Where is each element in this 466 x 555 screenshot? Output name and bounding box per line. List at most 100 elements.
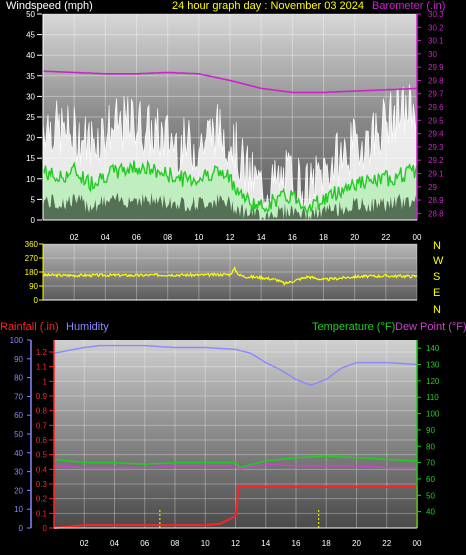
barometer-tick-label: 29.6 bbox=[428, 103, 444, 112]
temperature-tick-label: 70 bbox=[426, 459, 435, 468]
time-tick-label: 20 bbox=[350, 233, 359, 242]
rain-tick-label: 0.4 bbox=[36, 465, 48, 474]
barometer-tick-label: 29.5 bbox=[428, 116, 444, 125]
rain-tick-label: 1.2 bbox=[36, 348, 48, 357]
time-tick-label: 00 bbox=[413, 539, 422, 548]
humidity-tick-label: 100 bbox=[10, 336, 24, 345]
humidity-tick-label: 20 bbox=[14, 486, 23, 495]
rain-tick-label: 0.3 bbox=[36, 480, 48, 489]
wind-tick-label: 15 bbox=[26, 154, 35, 163]
temperature-tick-label: 50 bbox=[426, 491, 435, 500]
rain-tick-label: 0.8 bbox=[36, 407, 48, 416]
wind-tick-label: 30 bbox=[26, 92, 35, 101]
barometer-tick-label: 30.1 bbox=[428, 37, 444, 46]
rain-tick-label: 1.1 bbox=[36, 363, 48, 372]
direction-tick-label: 180 bbox=[25, 268, 39, 277]
time-tick-label: 04 bbox=[101, 233, 110, 242]
barometer-tick-label: 29.2 bbox=[428, 156, 444, 165]
barometer-tick-label: 30.2 bbox=[428, 23, 444, 32]
rain-tick-label: 0.7 bbox=[36, 421, 48, 430]
time-tick-label: 20 bbox=[352, 539, 361, 548]
rain-tick-label: 0.1 bbox=[36, 509, 48, 518]
rain-tick-label: 0.2 bbox=[36, 495, 48, 504]
barometer-title: Barometer (.in) bbox=[372, 0, 445, 12]
humidity-tick-label: 50 bbox=[14, 430, 23, 439]
compass-label-n-bottom: N bbox=[433, 304, 441, 316]
temperature-tick-label: 60 bbox=[426, 475, 435, 484]
temperature-tick-label: 130 bbox=[426, 361, 440, 370]
wind-tick-label: 35 bbox=[26, 72, 35, 81]
humidity-tick-label: 90 bbox=[14, 355, 23, 364]
time-tick-label: 00 bbox=[413, 233, 422, 242]
temperature-tick-label: 80 bbox=[426, 442, 435, 451]
dewpoint-title: Dew Point (°F) bbox=[395, 321, 466, 333]
humidity-tick-label: 40 bbox=[14, 449, 23, 458]
windspeed-title: Windspeed (mph) bbox=[6, 0, 93, 12]
barometer-tick-label: 28.8 bbox=[428, 209, 444, 218]
temperature-tick-label: 120 bbox=[426, 377, 440, 386]
wind-tick-label: 40 bbox=[26, 51, 35, 60]
time-tick-label: 08 bbox=[171, 539, 180, 548]
time-tick-label: 12 bbox=[226, 233, 235, 242]
wind-tick-label: 0 bbox=[31, 216, 36, 225]
weather-graph-panel: 0 5 10 15 20 25 30 35 40 45 50 28.8 28.9 29 29.1 29.2 29… bbox=[0, 0, 466, 555]
time-tick-label: 14 bbox=[257, 233, 266, 242]
humidity-tick-label: 60 bbox=[14, 411, 23, 420]
rain-tick-label: 0.5 bbox=[36, 451, 48, 460]
humidity-title: Humidity bbox=[66, 321, 109, 333]
wind-tick-label: 25 bbox=[26, 113, 35, 122]
time-tick-label: 02 bbox=[70, 233, 79, 242]
time-tick-label: 08 bbox=[163, 233, 172, 242]
barometer-tick-label: 29.4 bbox=[428, 130, 444, 139]
compass-label-n-top: N bbox=[433, 240, 441, 252]
barometer-tick-label: 29 bbox=[428, 183, 437, 192]
rain-tick-label: 1 bbox=[43, 377, 48, 386]
time-tick-label: 22 bbox=[381, 233, 390, 242]
time-tick-label: 16 bbox=[292, 539, 301, 548]
rain-tick-label: 0 bbox=[43, 524, 48, 533]
time-tick-label: 10 bbox=[201, 539, 210, 548]
temperature-title: Temperature (°F) bbox=[312, 321, 395, 333]
time-tick-label: 14 bbox=[261, 539, 270, 548]
direction-tick-label: 0 bbox=[34, 296, 39, 305]
temperature-tick-label: 110 bbox=[426, 393, 439, 402]
time-tick-label: 18 bbox=[319, 233, 328, 242]
direction-tick-label: 90 bbox=[29, 282, 38, 291]
time-tick-label: 06 bbox=[140, 539, 149, 548]
rain-tick-label: 0.6 bbox=[36, 436, 48, 445]
temperature-tick-label: 90 bbox=[426, 426, 435, 435]
humidity-tick-label: 10 bbox=[14, 505, 23, 514]
time-tick-label: 02 bbox=[80, 539, 89, 548]
temperature-tick-label: 40 bbox=[426, 508, 435, 517]
barometer-tick-label: 29.8 bbox=[428, 76, 444, 85]
rain-tick-label: 0.9 bbox=[36, 392, 48, 401]
humidity-tick-label: 0 bbox=[19, 524, 24, 533]
weather-chart-svg: 0510152025303540455028.828.92929.129.229… bbox=[0, 0, 466, 548]
barometer-tick-label: 30 bbox=[428, 50, 437, 59]
time-tick-label: 18 bbox=[322, 539, 331, 548]
temperature-tick-label: 140 bbox=[426, 344, 440, 353]
direction-tick-label: 270 bbox=[25, 254, 39, 263]
barometer-tick-label: 29.3 bbox=[428, 143, 444, 152]
humidity-tick-label: 80 bbox=[14, 374, 23, 383]
wind-tick-label: 10 bbox=[26, 175, 35, 184]
barometer-tick-label: 29.1 bbox=[428, 169, 444, 178]
barometer-tick-label: 28.9 bbox=[428, 196, 444, 205]
wind-tick-label: 45 bbox=[26, 31, 35, 40]
humidity-tick-label: 30 bbox=[14, 468, 23, 477]
rainfall-title: Rainfall (.in) bbox=[0, 321, 59, 333]
time-tick-label: 04 bbox=[110, 539, 119, 548]
humidity-tick-label: 70 bbox=[14, 392, 23, 401]
wind-tick-label: 5 bbox=[31, 195, 36, 204]
time-tick-label: 12 bbox=[231, 539, 240, 548]
time-tick-label: 10 bbox=[194, 233, 203, 242]
wind-tick-label: 20 bbox=[26, 134, 35, 143]
compass-label-e: E bbox=[433, 287, 440, 299]
compass-label-w: W bbox=[433, 255, 444, 267]
time-tick-label: 22 bbox=[382, 539, 391, 548]
time-tick-label: 16 bbox=[288, 233, 297, 242]
direction-tick-label: 360 bbox=[25, 240, 39, 249]
graph-day-title: 24 hour graph day : November 03 2024 bbox=[172, 0, 364, 12]
compass-label-s: S bbox=[433, 271, 440, 283]
temperature-tick-label: 100 bbox=[426, 410, 440, 419]
